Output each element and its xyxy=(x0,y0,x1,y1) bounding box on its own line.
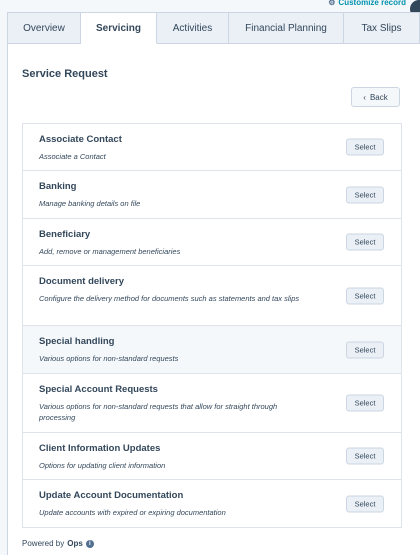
servicing-panel: Service Request ‹ Back Associate Contact… xyxy=(7,44,420,555)
request-title: Beneficiary xyxy=(39,229,91,240)
record-tabs: Overview Servicing Activities Financial … xyxy=(7,12,420,44)
request-description: Associate a Contact xyxy=(39,152,106,161)
list-item: Beneficiary Add, remove or management be… xyxy=(23,219,401,266)
tab-label: Servicing xyxy=(95,22,142,34)
customize-record-link[interactable]: ⚙ Customize record xyxy=(328,0,406,8)
info-icon[interactable]: i xyxy=(85,539,94,548)
list-item: Associate Contact Associate a Contact Se… xyxy=(23,124,401,171)
tab-tax-slips[interactable]: Tax Slips xyxy=(344,12,420,44)
select-button[interactable]: Select xyxy=(346,233,384,251)
tab-activities[interactable]: Activities xyxy=(157,12,229,44)
request-title: Associate Contact xyxy=(39,134,122,145)
select-button[interactable]: Select xyxy=(346,341,384,358)
select-button[interactable]: Select xyxy=(346,287,384,304)
customize-record-label: Customize record xyxy=(338,0,406,7)
select-button[interactable]: Select xyxy=(346,394,384,412)
tab-financial-planning[interactable]: Financial Planning xyxy=(229,12,344,44)
powered-prefix: Powered by xyxy=(22,539,65,548)
select-button[interactable]: Select xyxy=(346,138,384,156)
select-button[interactable]: Select xyxy=(346,495,384,512)
list-item: Document delivery Configure the delivery… xyxy=(23,266,401,326)
list-item: Client Information Updates Options for u… xyxy=(23,433,401,480)
request-title: Banking xyxy=(39,181,77,192)
request-description: Various options for non-standard request… xyxy=(39,354,179,363)
gear-icon: ⚙ xyxy=(328,0,336,7)
request-title: Update Account Documentation xyxy=(39,490,184,501)
list-item: Update Account Documentation Update acco… xyxy=(23,480,401,527)
tab-overview[interactable]: Overview xyxy=(7,12,81,44)
request-description: Configure the delivery method for docume… xyxy=(39,294,300,303)
list-item: Banking Manage banking details on file S… xyxy=(23,171,401,219)
tab-label: Activities xyxy=(172,22,213,34)
request-description: Update accounts with expired or expiring… xyxy=(39,508,226,517)
page-title: Service Request xyxy=(22,68,108,80)
select-button[interactable]: Select xyxy=(346,447,384,465)
back-button[interactable]: ‹ Back xyxy=(351,87,400,107)
tab-label: Tax Slips xyxy=(361,22,402,34)
tab-label: Financial Planning xyxy=(245,22,327,34)
request-title: Special handling xyxy=(39,336,115,347)
chevron-left-icon: ‹ xyxy=(363,92,366,102)
request-title: Document delivery xyxy=(39,276,124,287)
service-request-list: Associate Contact Associate a Contact Se… xyxy=(22,123,402,528)
list-item: Special Account Requests Various options… xyxy=(23,374,401,433)
request-description: Various options for non-standard request… xyxy=(39,402,278,422)
select-button[interactable]: Select xyxy=(346,186,384,203)
request-description: Add, remove or management beneficiaries xyxy=(39,247,181,256)
request-title: Client Information Updates xyxy=(39,443,161,454)
request-title: Special Account Requests xyxy=(39,384,158,395)
tab-label: Overview xyxy=(23,22,65,34)
back-label: Back xyxy=(369,92,388,102)
powered-brand[interactable]: Ops xyxy=(67,539,83,548)
request-description: Manage banking details on file xyxy=(39,199,141,208)
list-item: Special handling Various options for non… xyxy=(23,326,401,374)
powered-by: Powered by Ops i xyxy=(22,539,94,548)
request-description: Options for updating client information xyxy=(39,461,166,470)
tab-servicing[interactable]: Servicing xyxy=(81,12,157,44)
